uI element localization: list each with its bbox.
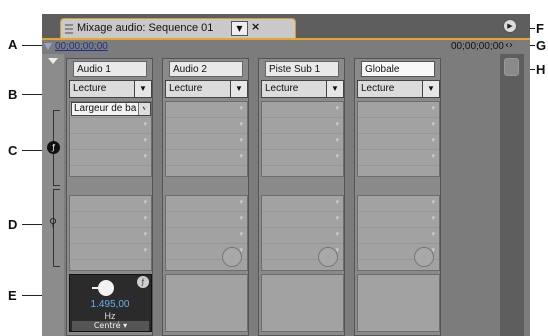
track-piste-sub-1: Piste Sub 1 Lecture ▼ — [258, 58, 345, 336]
send-slot[interactable] — [70, 212, 151, 228]
panel-tab-bar: Mixage audio: Sequence 01 ▼ × ▶ — [42, 14, 530, 40]
dropdown-arrow-icon[interactable]: ▼ — [134, 81, 151, 97]
send-slot[interactable] — [358, 228, 439, 244]
callout-d: D — [8, 217, 18, 232]
collapse-triangle-icon[interactable] — [48, 58, 58, 64]
automation-mode-value: Lecture — [169, 83, 203, 94]
callout-f: F — [536, 21, 544, 36]
effects-slots: Largeur de ba ▼ — [69, 101, 152, 177]
send-slot[interactable] — [166, 228, 247, 244]
close-icon[interactable]: × — [251, 20, 260, 33]
send-slot[interactable] — [262, 212, 343, 228]
effect-slot[interactable] — [262, 118, 343, 134]
send-knob-icon[interactable] — [414, 247, 434, 267]
effect-slot[interactable]: Largeur de ba ▼ — [70, 102, 151, 118]
effect-slot[interactable] — [358, 102, 439, 118]
send-slot[interactable] — [70, 228, 151, 244]
callout-g: G — [536, 38, 547, 53]
automation-mode-value: Lecture — [361, 83, 395, 94]
track-name[interactable]: Audio 1 — [73, 61, 147, 77]
effect-slot[interactable] — [262, 150, 343, 166]
parameter-unit: Hz — [104, 311, 116, 321]
send-slot[interactable] — [262, 228, 343, 244]
effect-slot[interactable] — [358, 118, 439, 134]
callout-h: H — [536, 62, 546, 77]
automation-mode-value: Lecture — [73, 83, 107, 94]
panel-tab-title: Mixage audio: Sequence 01 — [77, 22, 214, 34]
send-slot[interactable] — [70, 196, 151, 212]
effects-slots — [261, 101, 344, 177]
sends-slots — [69, 195, 152, 271]
parameter-area — [261, 274, 344, 332]
automation-mode-select[interactable]: Lecture ▼ — [357, 80, 440, 98]
sends-slots — [357, 195, 440, 271]
effect-name: Largeur de ba — [74, 103, 137, 114]
parameter-value[interactable]: 1.495,00 — [70, 299, 150, 310]
dropdown-arrow-icon[interactable]: ▼ — [138, 103, 150, 115]
automation-mode-select[interactable]: Lecture ▼ — [69, 80, 152, 98]
vertical-scrollbar[interactable] — [500, 54, 524, 336]
callout-c: C — [8, 143, 18, 158]
effect-slot[interactable] — [70, 134, 151, 150]
automation-mode-select[interactable]: Lecture ▼ — [165, 80, 248, 98]
callout-e: E — [8, 288, 17, 303]
sends-slots — [165, 195, 248, 271]
effect-slot-1[interactable]: Largeur de ba ▼ — [71, 102, 151, 116]
send-slot[interactable] — [70, 244, 151, 260]
effect-slot[interactable] — [70, 150, 151, 166]
send-slot[interactable] — [166, 196, 247, 212]
send-slot[interactable] — [358, 212, 439, 228]
panel-tab[interactable]: Mixage audio: Sequence 01 ▼ × — [60, 18, 296, 38]
duration-timecode: 00;00;00;00 — [451, 41, 504, 52]
timecode-arrows-icon: ‹› — [505, 40, 513, 51]
track-name[interactable]: Piste Sub 1 — [265, 61, 339, 77]
effect-slot[interactable] — [262, 102, 343, 118]
effect-slot[interactable] — [358, 150, 439, 166]
automation-mode-select[interactable]: Lecture ▼ — [261, 80, 344, 98]
callout-b: B — [8, 87, 18, 102]
dropdown-arrow-icon[interactable]: ▼ — [230, 81, 247, 97]
current-timecode[interactable]: 00;00;00;00 — [55, 41, 108, 52]
grip-icon[interactable] — [65, 24, 73, 34]
parameter-select[interactable]: Centré ▾ — [72, 321, 149, 331]
effects-slots — [357, 101, 440, 177]
fx-bypass-icon[interactable]: ƒ — [137, 276, 149, 288]
send-knob-icon[interactable] — [222, 247, 242, 267]
track-globale: Globale Lecture ▼ — [354, 58, 441, 336]
callout-a-line — [22, 45, 44, 46]
effect-slot[interactable] — [166, 150, 247, 166]
automation-mode-value: Lecture — [265, 83, 299, 94]
send-slot[interactable] — [358, 196, 439, 212]
panel-menu-icon[interactable]: ▶ — [503, 19, 517, 33]
knob-icon[interactable] — [92, 280, 114, 296]
effect-parameter-control: ƒ 1.495,00 Hz Centré ▾ — [69, 274, 152, 332]
send-slot[interactable] — [262, 196, 343, 212]
effect-slot[interactable] — [262, 134, 343, 150]
effects-icon: ƒ — [47, 141, 60, 154]
track-name[interactable]: Globale — [361, 61, 435, 77]
scrollbar-thumb[interactable] — [504, 58, 519, 76]
sends-slots — [261, 195, 344, 271]
track-audio-2: Audio 2 Lecture ▼ — [162, 58, 249, 336]
tab-menu-icon[interactable]: ▼ — [231, 21, 248, 36]
effect-slot[interactable] — [166, 118, 247, 134]
current-time-indicator-icon — [44, 43, 52, 50]
parameter-area — [165, 274, 248, 332]
effect-slot[interactable] — [166, 102, 247, 118]
effect-slot[interactable] — [166, 134, 247, 150]
callout-a: A — [8, 37, 18, 52]
effect-slot[interactable] — [70, 118, 151, 134]
effects-slots — [165, 101, 248, 177]
audio-mixer-panel: Mixage audio: Sequence 01 ▼ × ▶ 00;00;00… — [42, 14, 530, 336]
dropdown-arrow-icon[interactable]: ▼ — [422, 81, 439, 97]
parameter-area — [357, 274, 440, 332]
track-name[interactable]: Audio 2 — [169, 61, 243, 77]
send-slot[interactable] — [166, 212, 247, 228]
send-knob-icon[interactable] — [318, 247, 338, 267]
track-audio-1: Audio 1 Lecture ▼ Largeur de ba ▼ ƒ — [66, 58, 153, 336]
effect-slot[interactable] — [358, 134, 439, 150]
parameter-select-value: Centré — [93, 321, 121, 330]
send-icon: ⚲ — [49, 216, 58, 229]
dropdown-arrow-icon[interactable]: ▼ — [326, 81, 343, 97]
